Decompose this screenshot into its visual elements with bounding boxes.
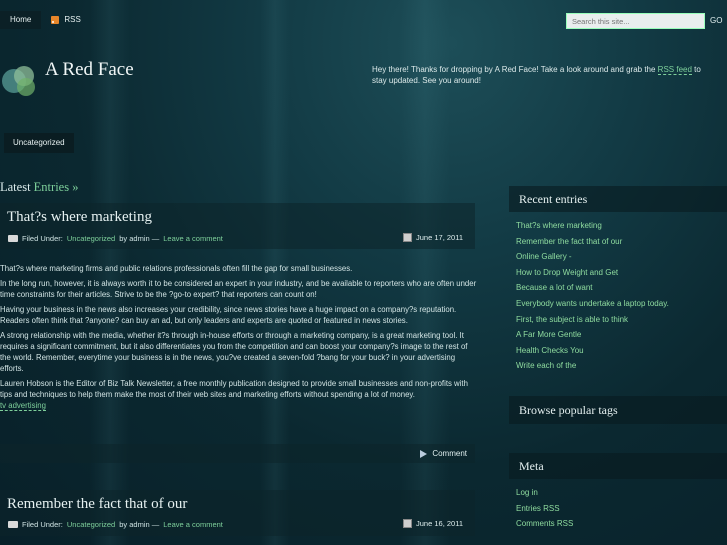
nav-home-link[interactable]: Home <box>0 11 42 29</box>
nav-rss-label: RSS <box>64 15 81 24</box>
category-link[interactable]: Uncategorized <box>67 520 115 529</box>
nav-rss-link[interactable]: RSS <box>41 11 90 29</box>
calendar-icon <box>403 519 412 528</box>
author-text: by admin — <box>119 234 160 243</box>
recent-entry-link[interactable]: Online Gallery - <box>516 251 669 267</box>
category-link[interactable]: Uncategorized <box>67 234 115 243</box>
meta-login-link[interactable]: Log in <box>516 487 573 503</box>
meta-list: Log in Entries RSS Comments RSS <box>516 487 573 534</box>
top-nav: Home RSS <box>0 11 91 29</box>
recent-entry-link[interactable]: Remember the fact that of our <box>516 236 669 252</box>
folder-icon <box>8 521 18 528</box>
site-title[interactable]: A Red Face <box>45 59 134 81</box>
intro-text: Hey there! Thanks for dropping by A Red … <box>372 64 712 86</box>
recent-entry-link[interactable]: That?s where marketing <box>516 220 669 236</box>
post-title[interactable]: Remember the fact that of our <box>7 496 187 513</box>
meta-header: Meta <box>509 453 727 479</box>
recent-entry-link[interactable]: Health Checks You <box>516 345 669 361</box>
recent-entry-link[interactable]: Because a lot of want <box>516 282 669 298</box>
site-logo-icon <box>2 66 35 96</box>
post-meta: Filed Under: Uncategorized by admin — Le… <box>8 234 223 243</box>
popular-tags-header: Browse popular tags <box>509 396 727 424</box>
filed-label: Filed Under: <box>22 520 63 529</box>
post-paragraph: Lauren Hobson is the Editor of Biz Talk … <box>0 379 468 399</box>
recent-entry-link[interactable]: First, the subject is able to think <box>516 314 669 330</box>
comment-button-label: Comment <box>432 449 467 458</box>
intro-rss-link[interactable]: RSS feed <box>657 65 692 75</box>
recent-entry-link[interactable]: How to Drop Weight and Get <box>516 267 669 283</box>
recent-entry-link[interactable]: A Far More Gentle <box>516 329 669 345</box>
post-meta: Filed Under: Uncategorized by admin — Le… <box>8 520 223 529</box>
post-tag-link[interactable]: tv advertising <box>0 401 46 411</box>
popular-tags-title: Browse popular tags <box>519 403 618 417</box>
rss-icon <box>51 16 60 24</box>
meta-comments-rss-link[interactable]: Comments RSS <box>516 518 573 534</box>
recent-entries-header: Recent entries <box>509 186 727 212</box>
meta-title: Meta <box>519 459 544 473</box>
post-body: That?s where marketing firms and public … <box>0 263 478 411</box>
recent-entries-title: Recent entries <box>519 192 588 206</box>
post-paragraph: Having your business in the news also in… <box>0 305 457 325</box>
latest-highlight: Entries » <box>33 180 79 194</box>
meta-entries-rss-link[interactable]: Entries RSS <box>516 503 573 519</box>
intro-before: Hey there! Thanks for dropping by A Red … <box>372 65 658 74</box>
search-go-button[interactable]: GO <box>710 14 722 28</box>
author-text: by admin — <box>119 520 160 529</box>
recent-entry-link[interactable]: Write each of the <box>516 360 669 376</box>
folder-icon <box>8 235 18 242</box>
post-header: That?s where marketing Filed Under: Unca… <box>0 203 475 249</box>
post-paragraph: That?s where marketing firms and public … <box>0 264 353 273</box>
post-date-text: June 16, 2011 <box>416 519 463 528</box>
arrow-right-icon <box>420 449 428 458</box>
latest-prefix: Latest <box>0 180 34 194</box>
calendar-icon <box>403 233 412 242</box>
post-paragraph: In the long run, however, it is always w… <box>0 279 477 299</box>
post-date: June 16, 2011 <box>403 519 463 528</box>
post-title[interactable]: That?s where marketing <box>7 209 152 226</box>
comment-button[interactable]: Comment <box>420 449 467 458</box>
post-header: Remember the fact that of our Filed Unde… <box>0 490 475 536</box>
filed-label: Filed Under: <box>22 234 63 243</box>
recent-entries-list: That?s where marketing Remember the fact… <box>516 220 669 376</box>
post-paragraph: A strong relationship with the media, wh… <box>0 331 468 373</box>
latest-entries-heading: Latest Entries » <box>0 180 78 195</box>
leave-comment-link[interactable]: Leave a comment <box>163 520 223 529</box>
leave-comment-link[interactable]: Leave a comment <box>163 234 223 243</box>
post-date-text: June 17, 2011 <box>416 233 463 242</box>
post-date: June 17, 2011 <box>403 233 463 242</box>
category-nav-uncategorized[interactable]: Uncategorized <box>4 133 74 153</box>
comment-bar: Comment <box>0 444 475 463</box>
recent-entry-link[interactable]: Everybody wants undertake a laptop today… <box>516 298 669 314</box>
search-input[interactable] <box>566 13 705 29</box>
